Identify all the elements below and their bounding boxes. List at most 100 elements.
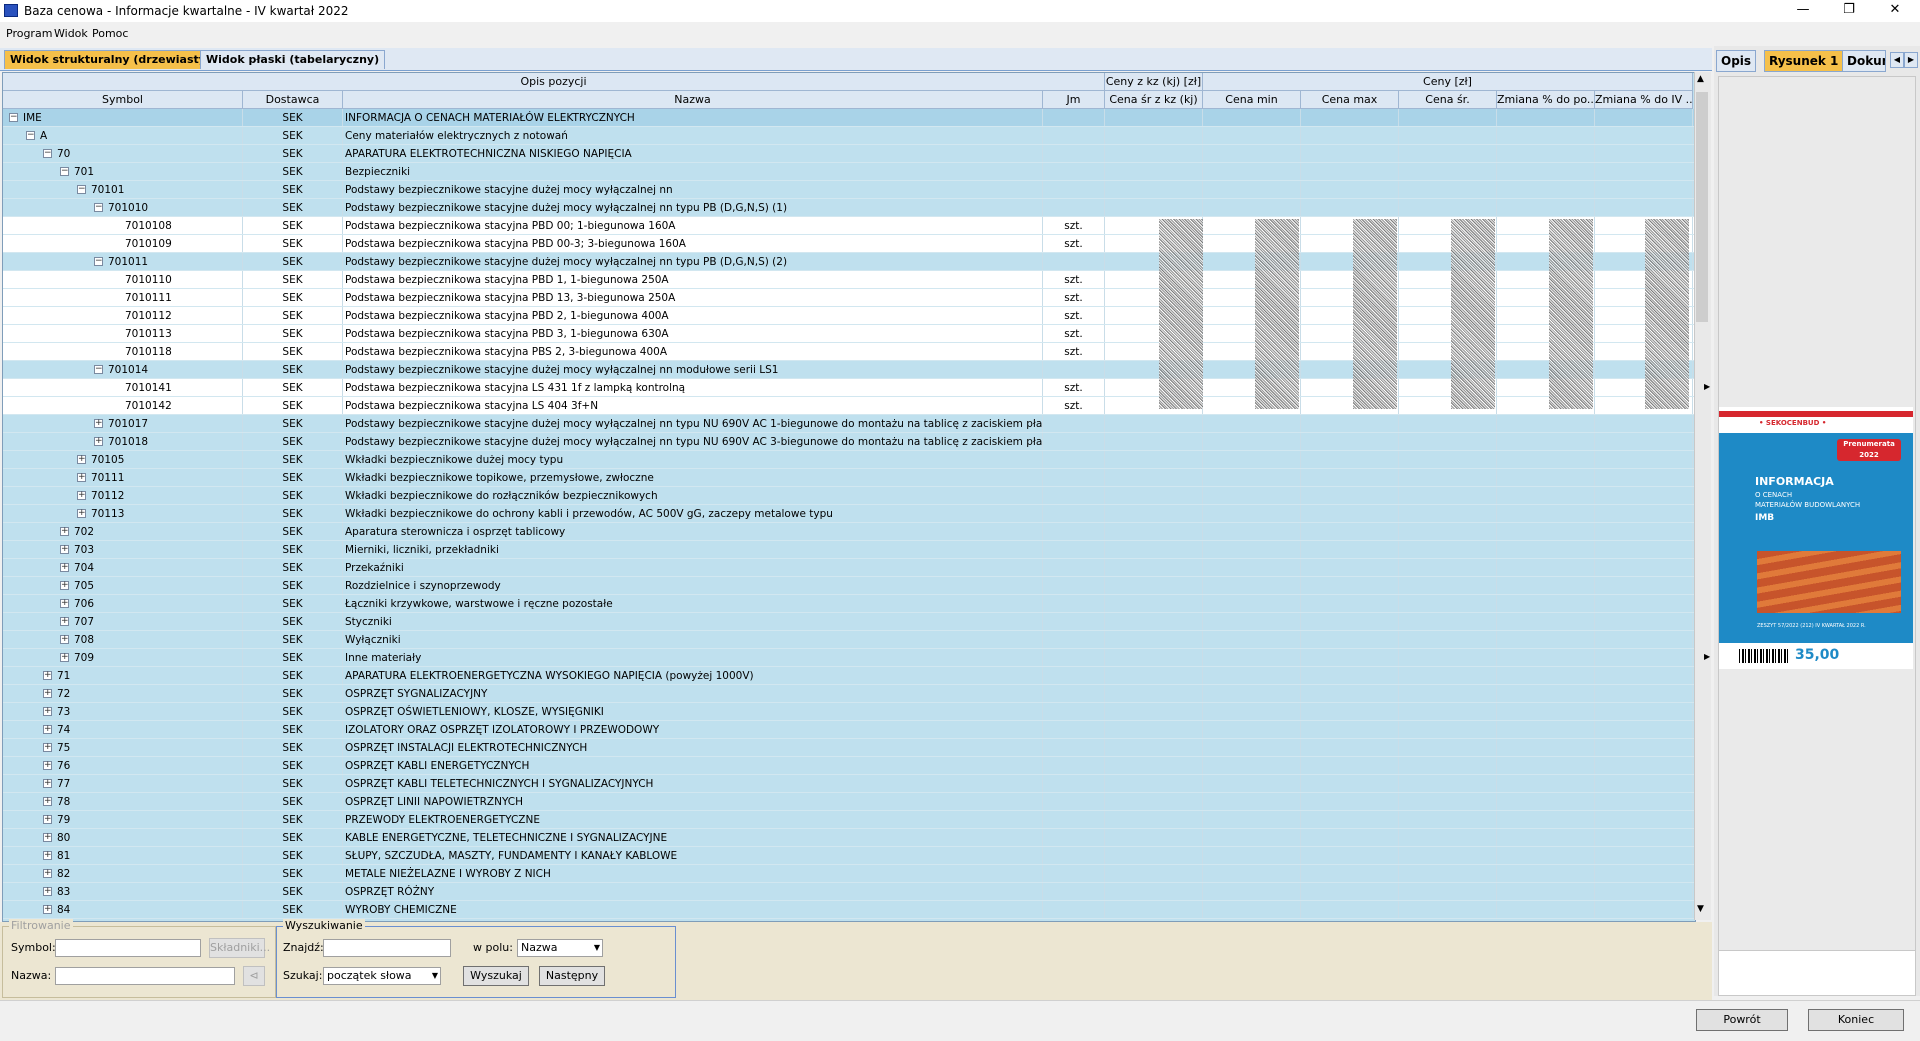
menu-widok[interactable]: Widok xyxy=(54,27,88,40)
tab-opis[interactable]: Opis xyxy=(1716,50,1757,72)
expand-node-icon[interactable]: + xyxy=(43,905,52,914)
expand-node-icon[interactable]: + xyxy=(60,653,69,662)
symbol-cell[interactable]: +84 xyxy=(3,901,243,918)
symbol-cell[interactable]: −70101 xyxy=(3,181,243,198)
symbol-cell[interactable]: +702 xyxy=(3,523,243,540)
expand-node-icon[interactable]: + xyxy=(43,851,52,860)
tab-dokumenty[interactable]: Dokum xyxy=(1842,50,1886,72)
symbol-cell[interactable]: 7010142 xyxy=(3,397,243,414)
table-row[interactable]: +707 SEK Styczniki xyxy=(3,613,1695,631)
tab-scroll-right-icon[interactable]: ▶ xyxy=(1904,52,1918,68)
chevron-down-icon[interactable]: ▼ xyxy=(594,940,600,956)
symbol-cell[interactable]: +70113 xyxy=(3,505,243,522)
expand-node-icon[interactable]: + xyxy=(43,671,52,680)
expand-node-icon[interactable]: + xyxy=(43,779,52,788)
collapse-node-icon[interactable]: − xyxy=(60,167,69,176)
symbol-cell[interactable]: 7010111 xyxy=(3,289,243,306)
symbol-cell[interactable]: 7010108 xyxy=(3,217,243,234)
column-header-cena-max[interactable]: Cena max xyxy=(1301,91,1399,109)
column-header-jm[interactable]: Jm xyxy=(1043,91,1105,109)
back-button[interactable]: Powrót xyxy=(1696,1009,1788,1031)
expand-node-icon[interactable]: + xyxy=(77,509,86,518)
symbol-cell[interactable]: +78 xyxy=(3,793,243,810)
table-row[interactable]: +75 SEK OSPRZĘT INSTALACJI ELEKTROTECHNICZ… xyxy=(3,739,1695,757)
table-row[interactable]: +74 SEK IZOLATORY ORAZ OSPRZĘT IZOLATOROWY… xyxy=(3,721,1695,739)
collapse-node-icon[interactable]: − xyxy=(94,365,103,374)
expand-node-icon[interactable]: + xyxy=(94,419,103,428)
collapse-node-icon[interactable]: − xyxy=(9,113,18,122)
symbol-cell[interactable]: +82 xyxy=(3,865,243,882)
skladniki-button[interactable]: Składniki... xyxy=(209,938,270,958)
symbol-cell[interactable]: −701011 xyxy=(3,253,243,270)
table-row[interactable]: 7010112 SEK Podstawa bezpiecznikowa stacyj… xyxy=(3,307,1695,325)
expand-node-icon[interactable]: + xyxy=(43,797,52,806)
table-row[interactable]: +708 SEK Wyłączniki xyxy=(3,631,1695,649)
table-row[interactable]: +83 SEK OSPRZĘT RÓŻNY xyxy=(3,883,1695,901)
symbol-cell[interactable]: +75 xyxy=(3,739,243,756)
symbol-cell[interactable]: +73 xyxy=(3,703,243,720)
table-row[interactable]: +84 SEK WYROBY CHEMICZNE xyxy=(3,901,1695,919)
table-row[interactable]: +701017 SEK Podstawy bezpiecznikowe stacyj… xyxy=(3,415,1695,433)
table-row[interactable]: −701014 SEK Podstawy bezpiecznikowe stacyj… xyxy=(3,361,1695,379)
end-button[interactable]: Koniec xyxy=(1808,1009,1904,1031)
symbol-cell[interactable]: −701 xyxy=(3,163,243,180)
expand-node-icon[interactable]: + xyxy=(43,833,52,842)
column-header-cena-sr[interactable]: Cena śr. xyxy=(1399,91,1497,109)
table-row[interactable]: +81 SEK SŁUPY, SZCZUDŁA, MASZTY, FUNDAMENT… xyxy=(3,847,1695,865)
table-row[interactable]: +70111 SEK Wkładki bezpiecznikowe topikowe… xyxy=(3,469,1695,487)
table-row[interactable]: +77 SEK OSPRZĘT KABLI TELETECHNICZNYCH I S… xyxy=(3,775,1695,793)
symbol-cell[interactable]: +705 xyxy=(3,577,243,594)
mode-select[interactable]: początek słowa ▼ xyxy=(323,967,441,985)
symbol-cell[interactable]: +81 xyxy=(3,847,243,864)
table-row[interactable]: +706 SEK Łączniki krzywkowe, warstwowe i r… xyxy=(3,595,1695,613)
table-row[interactable]: 7010142 SEK Podstawa bezpiecznikowa stacyj… xyxy=(3,397,1695,415)
minimize-button[interactable]: — xyxy=(1780,0,1826,22)
menu-pomoc[interactable]: Pomoc xyxy=(92,27,128,40)
table-row[interactable]: +78 SEK OSPRZĘT LINII NAPOWIETRZNYCH xyxy=(3,793,1695,811)
symbol-cell[interactable]: −701014 xyxy=(3,361,243,378)
column-header-cena-min[interactable]: Cena min xyxy=(1203,91,1301,109)
expand-node-icon[interactable]: + xyxy=(60,617,69,626)
tab-flat-view[interactable]: Widok płaski (tabelaryczny) xyxy=(200,50,386,69)
symbol-cell[interactable]: +80 xyxy=(3,829,243,846)
column-header-symbol[interactable]: Symbol xyxy=(3,91,243,109)
symbol-cell[interactable]: 7010141 xyxy=(3,379,243,396)
column-header-zmiana-iv[interactable]: Zmiana % do IV ... xyxy=(1595,91,1693,109)
symbol-cell[interactable]: +77 xyxy=(3,775,243,792)
symbol-cell[interactable]: +76 xyxy=(3,757,243,774)
expand-node-icon[interactable]: + xyxy=(60,635,69,644)
chevron-down-icon[interactable]: ▼ xyxy=(432,968,438,984)
symbol-cell[interactable]: +701018 xyxy=(3,433,243,450)
symbol-cell[interactable]: 7010113 xyxy=(3,325,243,342)
symbol-cell[interactable]: +703 xyxy=(3,541,243,558)
symbol-cell[interactable]: − A xyxy=(3,127,243,144)
close-button[interactable]: ✕ xyxy=(1872,0,1918,22)
table-row[interactable]: +704 SEK Przekaźniki xyxy=(3,559,1695,577)
symbol-cell[interactable]: +70111 xyxy=(3,469,243,486)
table-row[interactable]: +709 SEK Inne materiały xyxy=(3,649,1695,667)
collapse-node-icon[interactable]: − xyxy=(26,131,35,140)
table-row[interactable]: +70113 SEK Wkładki bezpiecznikowe do ochro… xyxy=(3,505,1695,523)
symbol-cell[interactable]: 7010109 xyxy=(3,235,243,252)
symbol-cell[interactable]: +72 xyxy=(3,685,243,702)
table-row[interactable]: +79 SEK PRZEWODY ELEKTROENERGETYCZNE xyxy=(3,811,1695,829)
expand-node-icon[interactable]: + xyxy=(43,725,52,734)
table-row[interactable]: −701011 SEK Podstawy bezpiecznikowe stacyj… xyxy=(3,253,1695,271)
column-header-zmiana-po[interactable]: Zmiana % do po... xyxy=(1497,91,1595,109)
table-row[interactable]: +705 SEK Rozdzielnice i szynoprzewody xyxy=(3,577,1695,595)
maximize-button[interactable]: ❐ xyxy=(1826,0,1872,22)
symbol-cell[interactable]: −701010 xyxy=(3,199,243,216)
expand-node-icon[interactable]: + xyxy=(43,743,52,752)
expand-node-icon[interactable]: + xyxy=(60,527,69,536)
symbol-cell[interactable]: 7010118 xyxy=(3,343,243,360)
symbol-cell[interactable]: +74 xyxy=(3,721,243,738)
find-input[interactable] xyxy=(323,939,451,957)
collapse-node-icon[interactable]: − xyxy=(94,203,103,212)
symbol-cell[interactable]: 7010112 xyxy=(3,307,243,324)
table-row[interactable]: −701 SEK Bezpieczniki xyxy=(3,163,1695,181)
collapse-right-icon[interactable]: ▶ xyxy=(1704,382,1710,391)
table-row[interactable]: − A SEK Ceny materiałów elektrycznych z not… xyxy=(3,127,1695,145)
symbol-cell[interactable]: +708 xyxy=(3,631,243,648)
table-row[interactable]: 7010113 SEK Podstawa bezpiecznikowa stacyj… xyxy=(3,325,1695,343)
expand-node-icon[interactable]: + xyxy=(94,437,103,446)
